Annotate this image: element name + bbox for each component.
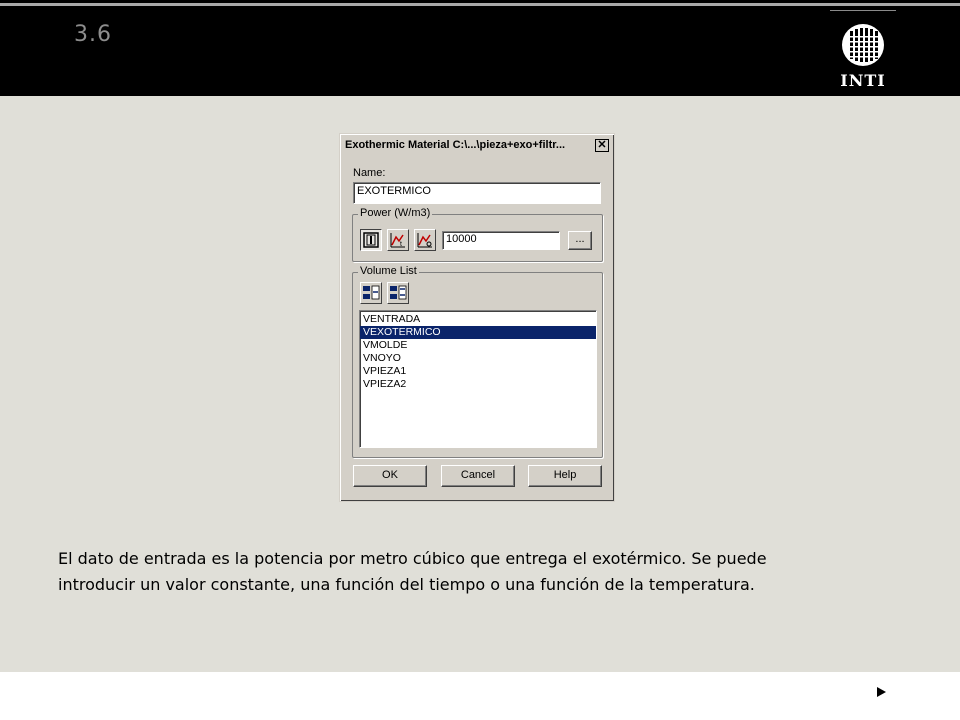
slide-caption: El dato de entrada es la potencia por me… xyxy=(58,546,918,598)
list-item-vnoyo[interactable]: VNOYO xyxy=(360,352,596,365)
name-input[interactable]: EXOTERMICO xyxy=(353,182,601,204)
power-value-input[interactable]: 10000 xyxy=(442,231,560,250)
dialog-titlebar[interactable]: Exothermic Material C:\...\pieza+exo+fil… xyxy=(343,137,611,155)
list-item-vexotermico[interactable]: VEXOTERMICO xyxy=(360,326,596,339)
list-item-vpieza2[interactable]: VPIEZA2 xyxy=(360,378,596,391)
close-button[interactable]: ✕ xyxy=(595,139,609,152)
ok-button[interactable]: OK xyxy=(353,465,427,487)
logo-emblem-icon xyxy=(842,24,884,66)
slide-number: 3.6 xyxy=(74,22,112,47)
volume-items: VENTRADA VEXOTERMICO VMOLDE VNOYO VPIEZA… xyxy=(360,311,596,391)
constant-mode-button[interactable] xyxy=(360,229,382,251)
cancel-button[interactable]: Cancel xyxy=(441,465,515,487)
browse-button[interactable]: ... xyxy=(568,231,592,250)
header-rule xyxy=(0,3,960,6)
logo-text: INTI xyxy=(840,71,886,90)
inti-logo: INTI xyxy=(830,10,896,92)
time-function-icon: t xyxy=(390,233,405,248)
volume-list-group-label: Volume List xyxy=(358,265,419,277)
svg-text:t: t xyxy=(400,241,402,248)
caption-line-1: El dato de entrada es la potencia por me… xyxy=(58,549,767,568)
add-volume-button[interactable] xyxy=(360,282,382,304)
list-item-vpieza1[interactable]: VPIEZA1 xyxy=(360,365,596,378)
constant-icon xyxy=(363,232,379,248)
volume-listbox[interactable]: VENTRADA VEXOTERMICO VMOLDE VNOYO VPIEZA… xyxy=(359,310,597,448)
power-group-label: Power (W/m3) xyxy=(358,207,433,219)
remove-volume-button[interactable] xyxy=(387,282,409,304)
remove-volume-icon xyxy=(390,285,407,300)
add-volume-icon xyxy=(363,285,380,300)
time-function-button[interactable]: t xyxy=(387,229,409,251)
exothermic-material-dialog: Exothermic Material C:\...\pieza+exo+fil… xyxy=(339,133,615,502)
slide: 3.6 INTI Exothermic Material C:\...\piez… xyxy=(0,0,960,672)
caption-line-2: introducir un valor constante, una funci… xyxy=(58,575,755,594)
header-bar: 3.6 INTI xyxy=(0,0,960,96)
next-slide-arrow-icon[interactable] xyxy=(877,687,886,697)
dialog-title: Exothermic Material C:\...\pieza+exo+fil… xyxy=(345,139,566,151)
name-label: Name: xyxy=(353,167,386,179)
list-item-ventrada[interactable]: VENTRADA xyxy=(360,313,596,326)
temperature-function-icon xyxy=(417,233,432,248)
logo-rule xyxy=(830,10,896,11)
help-button[interactable]: Help xyxy=(528,465,602,487)
list-item-vmolde[interactable]: VMOLDE xyxy=(360,339,596,352)
temperature-function-button[interactable] xyxy=(414,229,436,251)
